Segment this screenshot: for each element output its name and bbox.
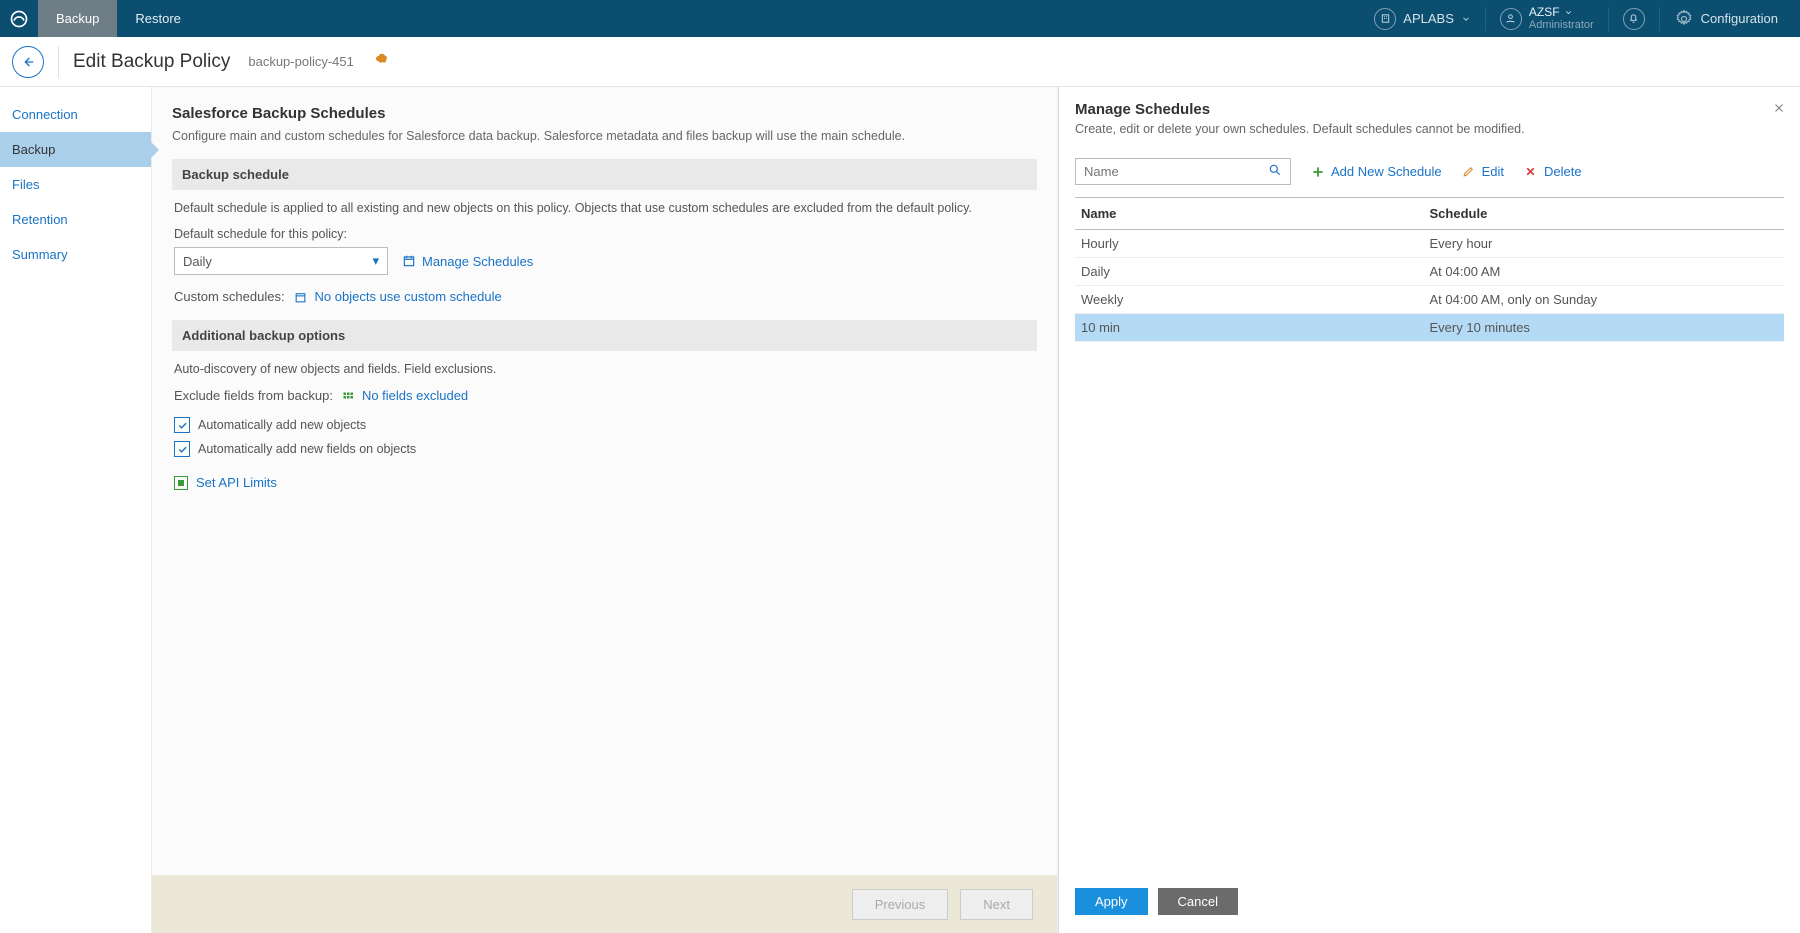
back-button[interactable] <box>12 46 44 78</box>
chevron-down-icon <box>1461 14 1471 24</box>
close-panel-button[interactable] <box>1772 101 1786 118</box>
backup-schedule-header: Backup schedule <box>172 159 1037 190</box>
x-icon <box>1524 165 1538 179</box>
schedule-note: Default schedule is applied to all exist… <box>174 200 1035 217</box>
additional-options-header: Additional backup options <box>172 320 1037 351</box>
checkbox-label-fields: Automatically add new fields on objects <box>198 442 416 456</box>
section-heading: Salesforce Backup Schedules <box>172 105 1037 122</box>
pencil-icon <box>1462 165 1476 179</box>
exclude-fields-link[interactable]: No fields excluded <box>362 388 468 403</box>
configuration-label: Configuration <box>1701 11 1778 26</box>
table-row[interactable]: Hourly Every hour <box>1075 230 1784 258</box>
grid-icon <box>342 391 354 403</box>
table-row[interactable]: Daily At 04:00 AM <box>1075 258 1784 286</box>
col-header-schedule[interactable]: Schedule <box>1430 206 1779 221</box>
schedule-search-input[interactable] <box>1084 164 1268 179</box>
sidebar-item-summary[interactable]: Summary <box>0 237 151 272</box>
set-api-limits-link[interactable]: Set API Limits <box>196 475 277 490</box>
chevron-down-icon: ▾ <box>372 253 379 269</box>
building-icon <box>1374 8 1396 30</box>
sidebar-item-backup[interactable]: Backup <box>0 132 151 167</box>
previous-button[interactable]: Previous <box>852 889 949 920</box>
user-menu[interactable]: AZSF Administrator <box>1488 0 1606 37</box>
configuration-link[interactable]: Configuration <box>1662 0 1790 37</box>
schedule-search[interactable] <box>1075 158 1291 185</box>
app-logo <box>0 0 38 37</box>
col-header-name[interactable]: Name <box>1081 206 1430 221</box>
tab-restore[interactable]: Restore <box>117 0 199 37</box>
sidebar-item-files[interactable]: Files <box>0 167 151 202</box>
api-limit-icon <box>174 476 188 490</box>
next-button[interactable]: Next <box>960 889 1033 920</box>
close-icon <box>1772 101 1786 115</box>
checkbox-auto-add-objects[interactable] <box>174 417 190 433</box>
sidebar-item-retention[interactable]: Retention <box>0 202 151 237</box>
salesforce-icon <box>374 52 390 71</box>
edit-schedule-button[interactable]: Edit <box>1462 164 1504 179</box>
org-name: APLABS <box>1403 11 1454 26</box>
chevron-down-icon <box>1564 8 1573 17</box>
table-row[interactable]: Weekly At 04:00 AM, only on Sunday <box>1075 286 1784 314</box>
manage-schedules-panel: Manage Schedules Create, edit or delete … <box>1058 87 1800 933</box>
sidebar-item-connection[interactable]: Connection <box>0 97 151 132</box>
plus-icon <box>1311 165 1325 179</box>
section-description: Configure main and custom schedules for … <box>172 128 1037 145</box>
main-content: Salesforce Backup Schedules Configure ma… <box>152 87 1058 933</box>
panel-title: Manage Schedules <box>1075 101 1784 118</box>
default-schedule-select[interactable]: Daily ▾ <box>174 247 388 275</box>
manage-schedules-link[interactable]: Manage Schedules <box>402 254 533 269</box>
custom-schedules-link[interactable]: No objects use custom schedule <box>315 289 502 304</box>
additional-note: Auto-discovery of new objects and fields… <box>174 361 1035 378</box>
policy-name: backup-policy-451 <box>248 54 354 69</box>
default-schedule-label: Default schedule for this policy: <box>174 227 1035 241</box>
wizard-footer: Previous Next <box>0 875 1057 933</box>
org-selector[interactable]: APLABS <box>1362 0 1483 37</box>
user-icon <box>1500 8 1522 30</box>
tab-backup[interactable]: Backup <box>38 0 117 37</box>
selected-schedule-value: Daily <box>183 254 212 269</box>
checkbox-label-objects: Automatically add new objects <box>198 418 366 432</box>
top-bar: Backup Restore APLABS AZSF Administrator… <box>0 0 1800 37</box>
title-bar: Edit Backup Policy backup-policy-451 <box>0 37 1800 87</box>
delete-schedule-button[interactable]: Delete <box>1524 164 1582 179</box>
user-name: AZSF <box>1529 6 1560 19</box>
wizard-sidebar: Connection Backup Files Retention Summar… <box>0 87 152 933</box>
add-schedule-button[interactable]: Add New Schedule <box>1311 164 1442 179</box>
exclude-fields-label: Exclude fields from backup: <box>174 388 333 403</box>
cancel-button[interactable]: Cancel <box>1158 888 1238 915</box>
notifications-button[interactable] <box>1611 0 1657 37</box>
checkbox-auto-add-fields[interactable] <box>174 441 190 457</box>
calendar-manage-icon <box>402 254 416 268</box>
table-row[interactable]: 10 min Every 10 minutes <box>1075 314 1784 342</box>
panel-description: Create, edit or delete your own schedule… <box>1075 122 1784 136</box>
search-icon <box>1268 163 1282 180</box>
custom-schedules-label: Custom schedules: <box>174 289 285 304</box>
calendar-icon <box>294 291 307 304</box>
bell-icon <box>1623 8 1645 30</box>
gear-icon <box>1674 9 1694 29</box>
apply-button[interactable]: Apply <box>1075 888 1148 915</box>
user-role: Administrator <box>1529 19 1594 32</box>
schedules-table: Name Schedule Hourly Every hour Daily At… <box>1075 197 1784 342</box>
page-title: Edit Backup Policy <box>73 51 230 73</box>
